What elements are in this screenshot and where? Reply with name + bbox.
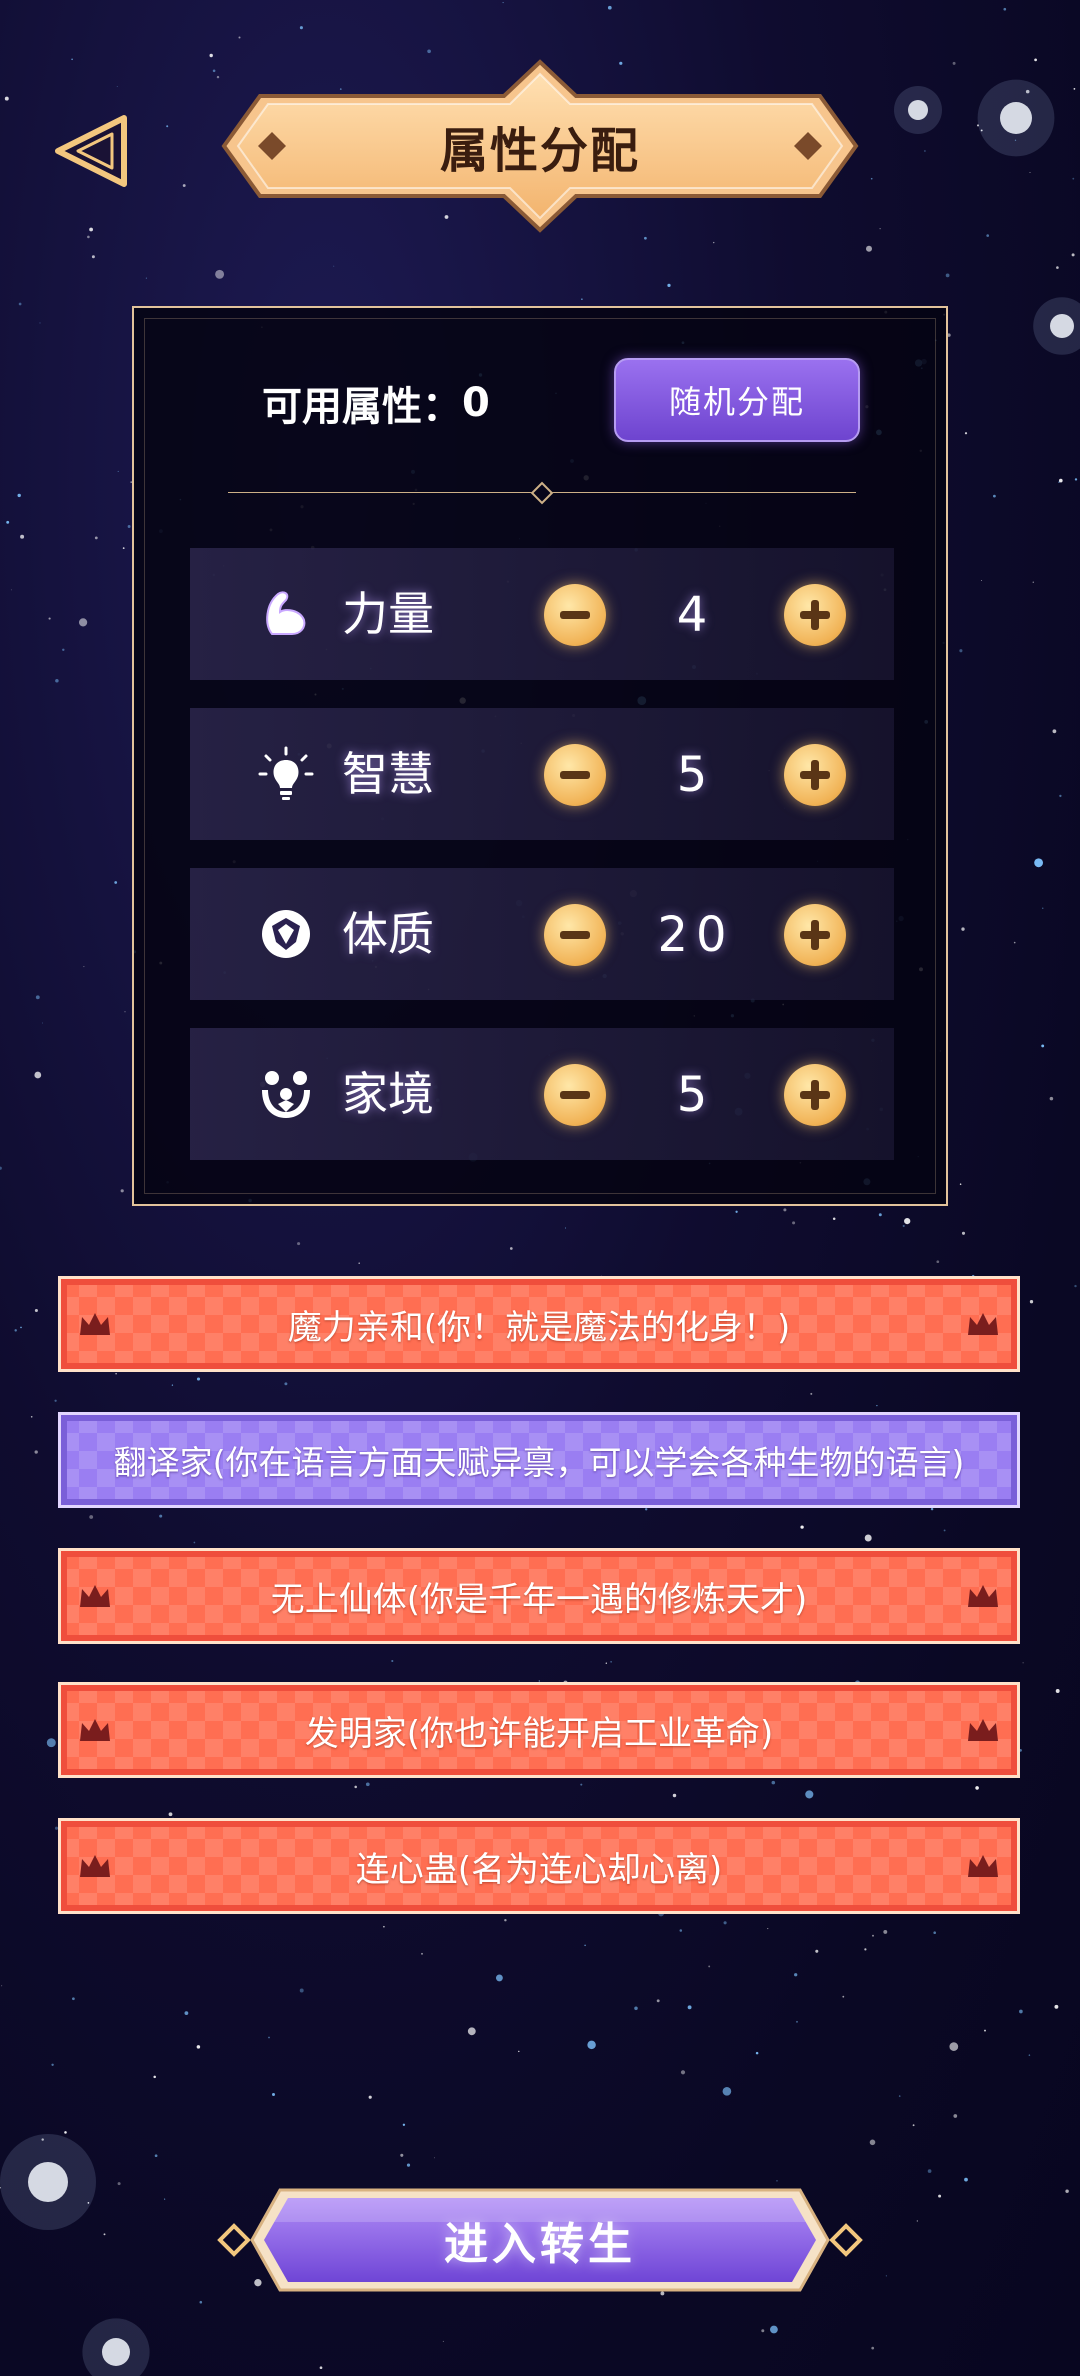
talent-card[interactable]: 翻译家(你在语言方面天赋异禀，可以学会各种生物的语言): [58, 1412, 1020, 1508]
stat-value-family: 5: [676, 1067, 716, 1123]
talent-text: 发明家(你也许能开启工业革命): [304, 1713, 774, 1754]
decrease-wisdom-button[interactable]: [544, 744, 606, 806]
decrease-constitution-button[interactable]: [544, 904, 606, 966]
plus-icon: [800, 760, 830, 790]
available-points-value: 0: [462, 380, 490, 426]
back-arrow-icon[interactable]: [48, 108, 134, 194]
available-points-label: 可用属性：: [262, 384, 462, 430]
stat-label-wisdom: 智慧: [342, 747, 434, 801]
talent-text: 翻译家(你在语言方面天赋异禀，可以学会各种生物的语言): [113, 1443, 965, 1482]
stat-row-wisdom: 智慧 5: [190, 708, 894, 840]
plus-icon: [800, 600, 830, 630]
increase-strength-button[interactable]: [784, 584, 846, 646]
stat-value-strength: 4: [676, 587, 716, 643]
increase-constitution-button[interactable]: [784, 904, 846, 966]
shield-circle-icon: [262, 910, 310, 958]
talent-card[interactable]: 连心蛊(名为连心却心离): [58, 1818, 1020, 1914]
stat-row-constitution: 体质 20: [190, 868, 894, 1000]
stat-row-strength: 力量 4: [190, 548, 894, 680]
stat-value-constitution: 20: [657, 907, 735, 963]
stat-label-strength: 力量: [342, 587, 434, 641]
minus-icon: [560, 1091, 590, 1099]
decrease-strength-button[interactable]: [544, 584, 606, 646]
available-points: 可用属性： 0: [262, 374, 490, 432]
crown-icon: [968, 1719, 998, 1741]
minus-icon: [560, 771, 590, 779]
talent-text: 连心蛊(名为连心却心离): [355, 1849, 723, 1890]
minus-icon: [560, 611, 590, 619]
random-allocate-button[interactable]: 随机分配: [614, 358, 860, 442]
increase-wisdom-button[interactable]: [784, 744, 846, 806]
stat-value-wisdom: 5: [676, 747, 716, 803]
talent-text: 魔力亲和(你！就是魔法的化身！): [287, 1307, 791, 1348]
decrease-family-button[interactable]: [544, 1064, 606, 1126]
lightbulb-icon: [258, 746, 314, 800]
increase-family-button[interactable]: [784, 1064, 846, 1126]
family-icon: [262, 1071, 310, 1118]
plus-icon: [800, 920, 830, 950]
page-title: 属性分配: [439, 123, 640, 179]
flexed-arm-icon: [266, 591, 306, 635]
talent-text: 无上仙体(你是千年一遇的修炼天才): [270, 1579, 808, 1620]
enter-reincarnation-button[interactable]: [216, 2178, 864, 2302]
crown-icon: [968, 1855, 998, 1877]
crown-icon: [968, 1585, 998, 1607]
minus-icon: [560, 931, 590, 939]
stat-label-constitution: 体质: [342, 907, 434, 961]
crown-icon: [968, 1313, 998, 1335]
attribute-panel: 可用属性： 0 随机分配 力量 4 智慧 5 体质 20 家境 5: [132, 306, 948, 1206]
talent-card[interactable]: 无上仙体(你是千年一遇的修炼天才): [58, 1548, 1020, 1644]
divider-diamond: [530, 481, 554, 505]
talent-card[interactable]: 魔力亲和(你！就是魔法的化身！): [58, 1276, 1020, 1372]
talent-card[interactable]: 发明家(你也许能开启工业革命): [58, 1682, 1020, 1778]
stat-row-family: 家境 5: [190, 1028, 894, 1160]
stat-label-family: 家境: [342, 1067, 434, 1121]
plus-icon: [800, 1080, 830, 1110]
